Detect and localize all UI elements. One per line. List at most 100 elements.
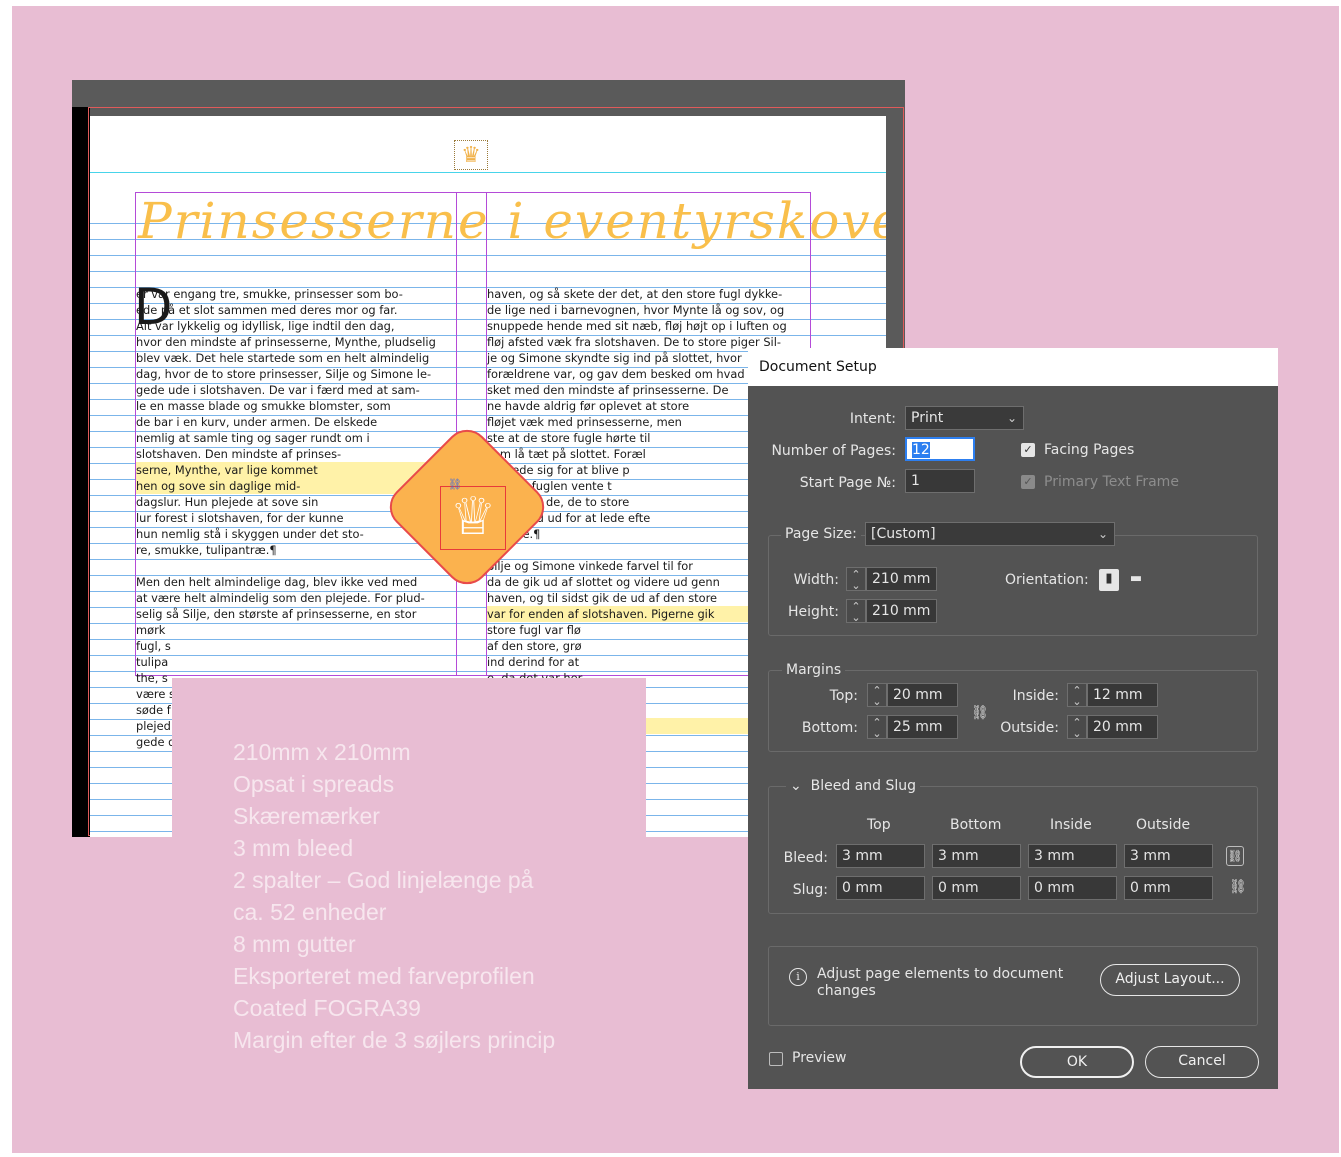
bottom-input[interactable]: 25 mm <box>887 715 958 739</box>
text-line: dag, hvor de to store prinsesser, Silje … <box>136 367 432 381</box>
crown-icon[interactable]: ♕ <box>440 486 506 550</box>
unlink-icon[interactable]: ⛓ <box>1229 879 1247 895</box>
link-icon[interactable]: ⛓ <box>1226 846 1244 866</box>
text-line: blev væk. Det hele startede som en helt … <box>136 351 430 365</box>
bleed-inside-input[interactable]: 3 mm <box>1028 844 1117 868</box>
bottom-stepper[interactable]: ⌃ ⌄ <box>867 715 887 739</box>
slug-label: Slug: <box>792 882 828 898</box>
height-stepper[interactable]: ⌃ ⌄ <box>846 599 866 623</box>
note-line: Skæremærker <box>233 803 380 829</box>
width-stepper[interactable]: ⌃ ⌄ <box>846 567 866 591</box>
start-page-input[interactable]: 1 <box>905 469 975 493</box>
page-size-label: Page Size: <box>781 526 861 542</box>
text-line: de bar i en kurv, under armen. De elsked… <box>136 415 378 429</box>
primary-text-frame-label: Primary Text Frame <box>1044 474 1179 490</box>
note-line: 2 spalter – God linjelænge på <box>233 867 534 893</box>
facing-pages-label: Facing Pages <box>1044 442 1135 458</box>
bottom-label: Bottom: <box>801 720 858 736</box>
text-line: haven, og så skete der det, at den store… <box>487 287 783 301</box>
height-label: Height: <box>788 604 839 620</box>
landscape-icon[interactable]: ▬ <box>1126 569 1146 591</box>
crown-icon[interactable]: ♛ <box>454 140 488 170</box>
document-setup-dialog: Document Setup Intent: Print ⌄ Number of … <box>748 348 1278 1089</box>
text-line: gede ude i slotshaven. De var i færd med… <box>136 383 420 397</box>
height-input[interactable]: 210 mm <box>866 599 937 623</box>
margin-guide-top <box>90 172 886 173</box>
link-icon[interactable]: ⛓ <box>448 478 462 491</box>
text-line: er var engang tre, smukke, prinsesser so… <box>136 287 403 301</box>
text-line: Alt var lykkelig og idyllisk, lige indti… <box>136 319 395 333</box>
intent-label: Intent: <box>849 411 896 427</box>
bleed-label: Bleed: <box>783 850 828 866</box>
preview-checkbox[interactable] <box>769 1052 783 1066</box>
col-inside-label: Inside <box>1050 817 1092 833</box>
text-line: selig så Silje, den største af prinsesse… <box>136 607 417 621</box>
col-outside-label: Outside <box>1136 817 1191 833</box>
chevron-down-icon: ⌄ <box>1097 527 1108 541</box>
text-line: at være helt almindelig som den plejede.… <box>136 591 425 605</box>
bleed-slug-header[interactable]: ⌄ Bleed and Slug <box>786 778 921 794</box>
text-line: re, smukke, tulipantræ.¶ <box>136 543 277 557</box>
outside-stepper[interactable]: ⌃ ⌄ <box>1067 715 1087 739</box>
text-line: serne, Mynthe, var lige kommet <box>136 462 456 478</box>
text-line: Men den helt almindelige dag, blev ikke … <box>136 575 418 589</box>
text-line: hvor den mindste af prinsesserne, Mynthe… <box>136 335 436 349</box>
text-line: de lige ned i barnevognen, hvor Mynte lå… <box>487 303 785 317</box>
text-line: tulipa <box>136 655 169 669</box>
inside-stepper[interactable]: ⌃ ⌄ <box>1067 683 1087 707</box>
bleed-top-input[interactable]: 3 mm <box>836 844 925 868</box>
inside-label: Inside: <box>1012 688 1059 704</box>
note-line: Coated FOGRA39 <box>233 995 421 1021</box>
width-label: Width: <box>793 572 839 588</box>
text-line: slotshaven. Den mindste af prinses- <box>136 447 342 461</box>
text-line: ede på et slot sammen med deres mor og f… <box>136 303 398 317</box>
start-page-label: Start Page №: <box>799 475 896 491</box>
document-title[interactable]: Prinsesserne i eventyrskoven¶ <box>138 192 886 252</box>
adjust-layout-button[interactable]: Adjust Layout... <box>1100 964 1240 996</box>
facing-pages-checkbox[interactable]: ✓ <box>1021 443 1035 457</box>
inside-input[interactable]: 12 mm <box>1087 683 1158 707</box>
unlink-margins-icon[interactable]: ⛓ <box>971 705 989 721</box>
dialog-title: Document Setup <box>748 348 1278 386</box>
chevron-down-icon: ⌄ <box>790 778 802 794</box>
note-line: 210mm x 210mm <box>233 739 411 765</box>
note-line: Eksporteret med farveprofilen <box>233 963 535 989</box>
width-input[interactable]: 210 mm <box>866 567 937 591</box>
pages-label: Number of Pages: <box>771 443 896 459</box>
note-line: Margin efter de 3 søjlers princip <box>233 1027 556 1053</box>
page-size-select[interactable]: [Custom] ⌄ <box>865 522 1115 546</box>
orientation-label: Orientation: <box>1005 572 1089 588</box>
slug-outside-input[interactable]: 0 mm <box>1124 876 1213 900</box>
margins-label: Margins <box>782 662 846 678</box>
top-input[interactable]: 20 mm <box>887 683 958 707</box>
pages-input[interactable]: 12 <box>905 437 975 461</box>
text-line: nemlig at samle ting og sager rundt om i <box>136 431 370 445</box>
note-line: 8 mm gutter <box>233 931 356 957</box>
note-line: Opsat i spreads <box>233 771 395 797</box>
specs-note: 210mm x 210mm Opsat i spreads Skæremærker 3… <box>233 736 653 1056</box>
note-line: 3 mm bleed <box>233 835 354 861</box>
col-top-label: Top <box>867 817 891 833</box>
top-label: Top: <box>829 688 858 704</box>
text-line: le en masse blade og smukke blomster, so… <box>136 399 391 413</box>
outside-input[interactable]: 20 mm <box>1087 715 1158 739</box>
margins-group <box>768 670 1258 752</box>
top-stepper[interactable]: ⌃ ⌄ <box>867 683 887 707</box>
outside-label: Outside: <box>1000 720 1059 736</box>
primary-text-frame-checkbox[interactable]: ✓ <box>1021 475 1035 489</box>
col-bottom-label: Bottom <box>950 817 1002 833</box>
slug-top-input[interactable]: 0 mm <box>836 876 925 900</box>
text-line: mørk <box>136 623 166 637</box>
intent-select[interactable]: Print ⌄ <box>905 406 1024 430</box>
portrait-icon[interactable]: ▮ <box>1099 569 1119 591</box>
bleed-bottom-input[interactable]: 3 mm <box>932 844 1021 868</box>
note-line: ca. 52 enheder <box>233 899 387 925</box>
chevron-down-icon: ⌄ <box>1006 411 1017 425</box>
text-line: snuppede hende med sit næb, fløj højt op… <box>487 319 787 333</box>
ok-button[interactable]: OK <box>1020 1046 1134 1078</box>
text-line: fugl, s <box>136 639 171 653</box>
cancel-button[interactable]: Cancel <box>1145 1046 1259 1078</box>
bleed-outside-input[interactable]: 3 mm <box>1124 844 1213 868</box>
slug-bottom-input[interactable]: 0 mm <box>932 876 1021 900</box>
slug-inside-input[interactable]: 0 mm <box>1028 876 1117 900</box>
